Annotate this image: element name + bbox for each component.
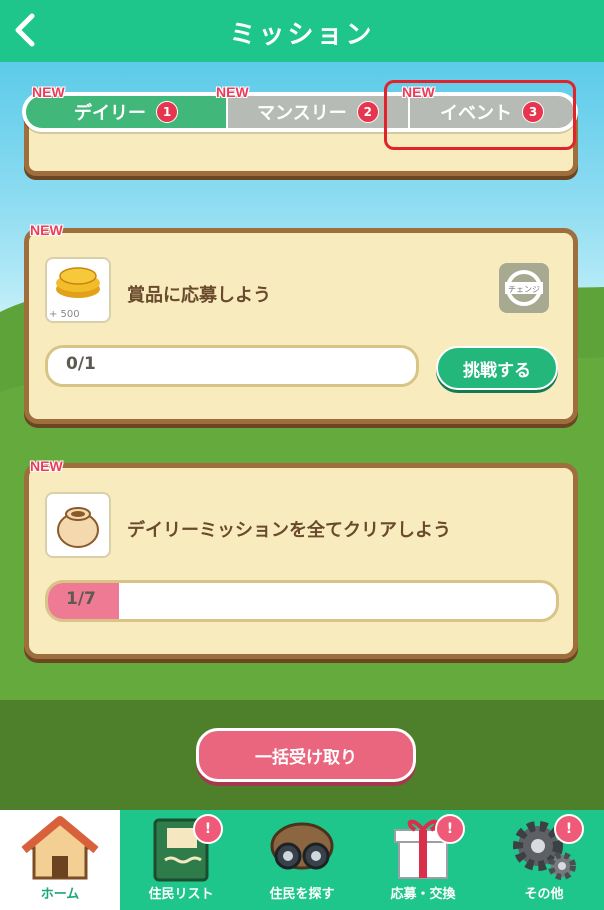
- nav-residents-list[interactable]: ! 住民リスト: [121, 810, 241, 910]
- reward-amount: + 500: [49, 309, 80, 320]
- nav-apply-exchange[interactable]: ! 応募・交換: [363, 810, 483, 910]
- money-bag-icon: [57, 507, 99, 548]
- tab-daily-new-tag: NEW: [32, 84, 65, 100]
- app-header: ミッション: [0, 0, 604, 62]
- mission-card-2: デイリーミッションを全てクリアしよう 1/7: [24, 463, 578, 659]
- mission-card-1: + 500 賞品に応募しよう チェンジ 0/1 挑戦する: [24, 228, 578, 424]
- mission-1-new-tag: NEW: [30, 222, 63, 238]
- coin-thumbnail: + 500: [45, 257, 111, 323]
- tab-monthly-count-badge: 2: [356, 101, 379, 123]
- svg-text:チェンジ: チェンジ: [508, 285, 540, 294]
- nav-other-badge: !: [554, 814, 584, 844]
- tab-daily[interactable]: デイリー 1: [26, 96, 226, 128]
- nav-apply-exchange-badge: !: [435, 814, 465, 844]
- mission-title: 賞品に応募しよう: [127, 285, 271, 306]
- coin-stack-icon: [56, 267, 100, 298]
- event-tab-highlight: [384, 80, 576, 150]
- mission-2-new-tag: NEW: [30, 458, 63, 474]
- mission-progress-bar: 1/7: [45, 580, 559, 622]
- tab-daily-count-badge: 1: [156, 101, 178, 123]
- mission-title: デイリーミッションを全てクリアしよう: [127, 520, 451, 541]
- house-icon: [21, 816, 99, 880]
- binoculars-icon: [270, 822, 334, 870]
- nav-home[interactable]: ホーム: [0, 810, 120, 910]
- nav-other[interactable]: ! その他: [484, 810, 604, 910]
- mission-progress-bar: 0/1: [45, 345, 419, 387]
- nav-residents-list-badge: !: [193, 814, 223, 844]
- nav-find-residents[interactable]: 住民を探す: [242, 810, 362, 910]
- bag-thumbnail: [45, 492, 111, 558]
- challenge-button[interactable]: 挑戦する: [436, 346, 558, 390]
- progress-text: 0/1: [66, 354, 96, 374]
- refresh-icon: チェンジ: [505, 270, 543, 306]
- tab-monthly-new-tag: NEW: [216, 84, 249, 100]
- bottom-nav: ホーム ! 住民リスト 住民を探す ! 応募・交換 ! その他: [0, 810, 604, 910]
- tab-monthly[interactable]: マンスリー 2: [228, 96, 408, 128]
- change-button[interactable]: チェンジ: [499, 263, 549, 313]
- receive-all-button[interactable]: 一括受け取り: [196, 728, 416, 782]
- progress-text: 1/7: [66, 589, 96, 609]
- page-title: ミッション: [229, 20, 375, 50]
